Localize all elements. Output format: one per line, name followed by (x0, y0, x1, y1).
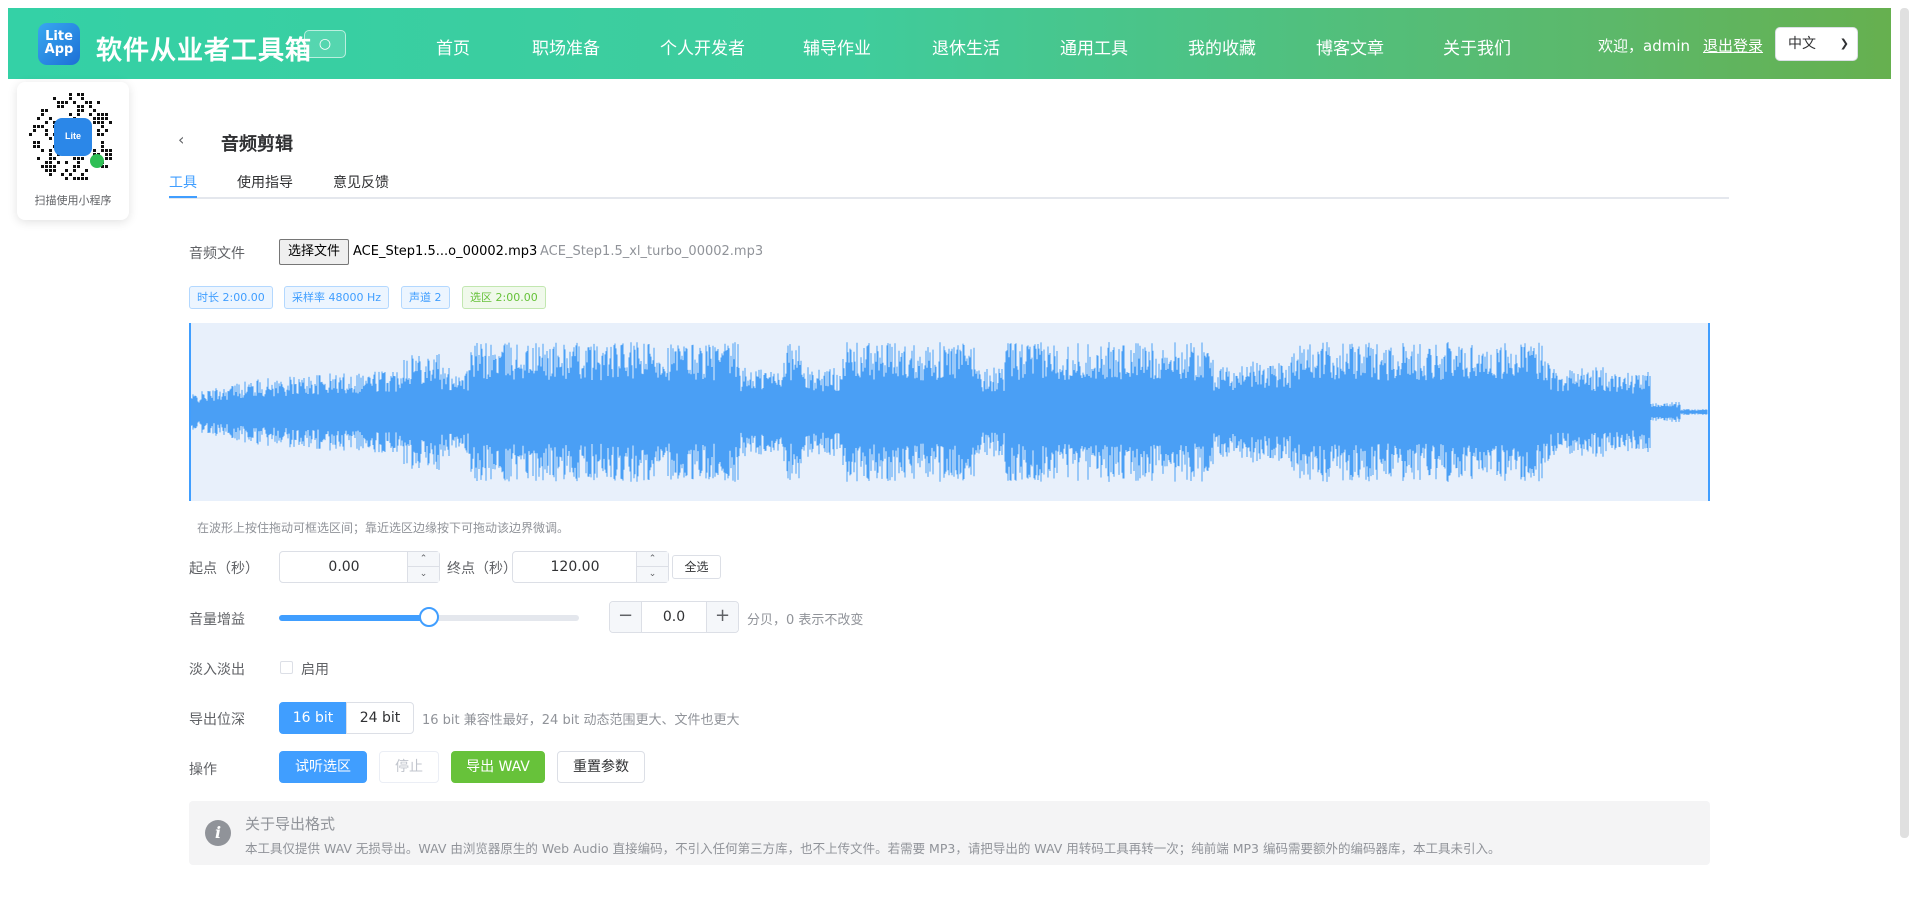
fade-label: 淡入淡出 (189, 662, 245, 678)
qr-code-image: Lite (29, 93, 112, 180)
tab-tool[interactable]: 工具 (169, 172, 197, 192)
reset-button[interactable]: 重置参数 (557, 751, 645, 783)
decrement-icon[interactable]: ⌄ (637, 567, 668, 582)
file-name-full: ACE_Step1.5_xl_turbo_00002.mp3 (540, 244, 764, 259)
duration-tag: 时长 2:00.00 (189, 286, 273, 309)
nav-item-3[interactable]: 辅导作业 (803, 34, 871, 59)
start-spinner: ⌃ ⌄ (407, 552, 439, 582)
fade-checkbox[interactable] (280, 661, 293, 674)
depth-16bit-button[interactable]: 16 bit (279, 702, 347, 734)
info-title: 关于导出格式 (245, 815, 336, 833)
info-icon: i (205, 820, 231, 846)
nav-item-6[interactable]: 我的收藏 (1188, 34, 1256, 59)
tab-bar: 工具 使用指导 意见反馈 (169, 170, 1729, 199)
qr-label: 扫描使用小程序 (34, 194, 112, 207)
nav-item-1[interactable]: 职场准备 (532, 34, 600, 59)
tab-guide[interactable]: 使用指导 (237, 172, 293, 192)
start-label: 起点（秒） (189, 561, 259, 577)
language-select[interactable]: 中文 ❯ (1775, 27, 1858, 61)
page-title: 音频剪辑 (221, 134, 293, 155)
increment-icon[interactable]: ⌃ (637, 552, 668, 567)
end-value: 120.00 (550, 559, 600, 575)
depth-note: 16 bit 兼容性最好，24 bit 动态范围更大、文件也更大 (422, 713, 740, 728)
nav-item-4[interactable]: 退休生活 (932, 34, 1000, 59)
preview-button[interactable]: 试听选区 (279, 751, 367, 783)
gain-label: 音量增益 (189, 612, 245, 628)
depth-24bit-button[interactable]: 24 bit (346, 702, 414, 734)
chevron-down-icon: ❯ (1839, 37, 1849, 50)
export-format-info: i 关于导出格式 本工具仅提供 WAV 无损导出。WAV 由浏览器原生的 Web… (189, 801, 1710, 865)
gain-slider[interactable] (279, 607, 579, 627)
nav-item-7[interactable]: 博客文章 (1316, 34, 1384, 59)
file-name-short: ACE_Step1.5...o_00002.mp3 (353, 244, 538, 259)
site-title[interactable]: 软件从业者工具箱 (96, 30, 312, 67)
action-label: 操作 (189, 762, 217, 778)
nav-item-5[interactable]: 通用工具 (1060, 34, 1128, 59)
info-description: 本工具仅提供 WAV 无损导出。WAV 由浏览器原生的 Web Audio 直接… (245, 841, 1501, 856)
end-input[interactable]: 120.00 ⌃ ⌄ (512, 551, 669, 583)
depth-label: 导出位深 (189, 712, 245, 728)
file-label: 音频文件 (189, 246, 245, 262)
minus-icon[interactable]: − (610, 602, 642, 632)
waveform (191, 342, 1708, 482)
increment-icon[interactable]: ⌃ (408, 552, 439, 567)
fade-checkbox-label[interactable]: 启用 (301, 659, 329, 679)
select-all-button[interactable]: 全选 (672, 555, 721, 579)
active-tab-indicator (169, 196, 197, 198)
nav-item-2[interactable]: 个人开发者 (660, 34, 745, 59)
logo[interactable]: Lite App (38, 23, 80, 65)
welcome-text: 欢迎，admin (1598, 37, 1690, 55)
logo-text: Lite App (44, 29, 74, 57)
channels-tag: 声道 2 (401, 286, 450, 309)
gain-slider-fill (279, 615, 429, 621)
waveform-path (191, 342, 1708, 482)
stop-button[interactable]: 停止 (379, 751, 439, 783)
start-input[interactable]: 0.00 ⌃ ⌄ (279, 551, 440, 583)
waveform-canvas[interactable] (189, 323, 1710, 501)
gain-value[interactable]: 0.0 (642, 602, 706, 632)
selection-tag: 选区 2:00.00 (462, 286, 546, 309)
end-label: 终点（秒） (447, 561, 517, 577)
nav-item-8[interactable]: 关于我们 (1443, 34, 1511, 59)
back-arrow-icon[interactable]: ‹ (178, 130, 184, 149)
top-header: Lite App 软件从业者工具箱 ○ 首页 职场准备 个人开发者 辅导作业 退休生活 通… (8, 8, 1891, 79)
sample-rate-tag: 采样率 48000 Hz (284, 286, 390, 309)
gain-stepper[interactable]: − 0.0 + (609, 601, 739, 633)
qr-card: Lite 扫描使用小程序 (17, 82, 129, 220)
page-scrollbar[interactable] (1900, 8, 1909, 838)
logout-link[interactable]: 退出登录 (1703, 35, 1763, 56)
choose-file-button[interactable]: 选择文件 (279, 239, 349, 265)
waveform-hint: 在波形上按住拖动可框选区间；靠近选区边缘按下可拖动该边界微调。 (197, 521, 570, 535)
tab-feedback[interactable]: 意见反馈 (333, 172, 389, 192)
gain-slider-handle[interactable] (419, 607, 439, 627)
export-wav-button[interactable]: 导出 WAV (451, 751, 545, 783)
svg-text:Lite: Lite (65, 131, 81, 141)
decrement-icon[interactable]: ⌄ (408, 567, 439, 582)
end-spinner: ⌃ ⌄ (636, 552, 668, 582)
plus-icon[interactable]: + (706, 602, 738, 632)
start-value: 0.00 (328, 559, 360, 575)
gain-note: 分贝，0 表示不改变 (747, 613, 864, 628)
language-value: 中文 (1788, 36, 1816, 52)
nav-item-0[interactable]: 首页 (436, 34, 470, 59)
chat-icon[interactable]: ○ (304, 30, 346, 58)
